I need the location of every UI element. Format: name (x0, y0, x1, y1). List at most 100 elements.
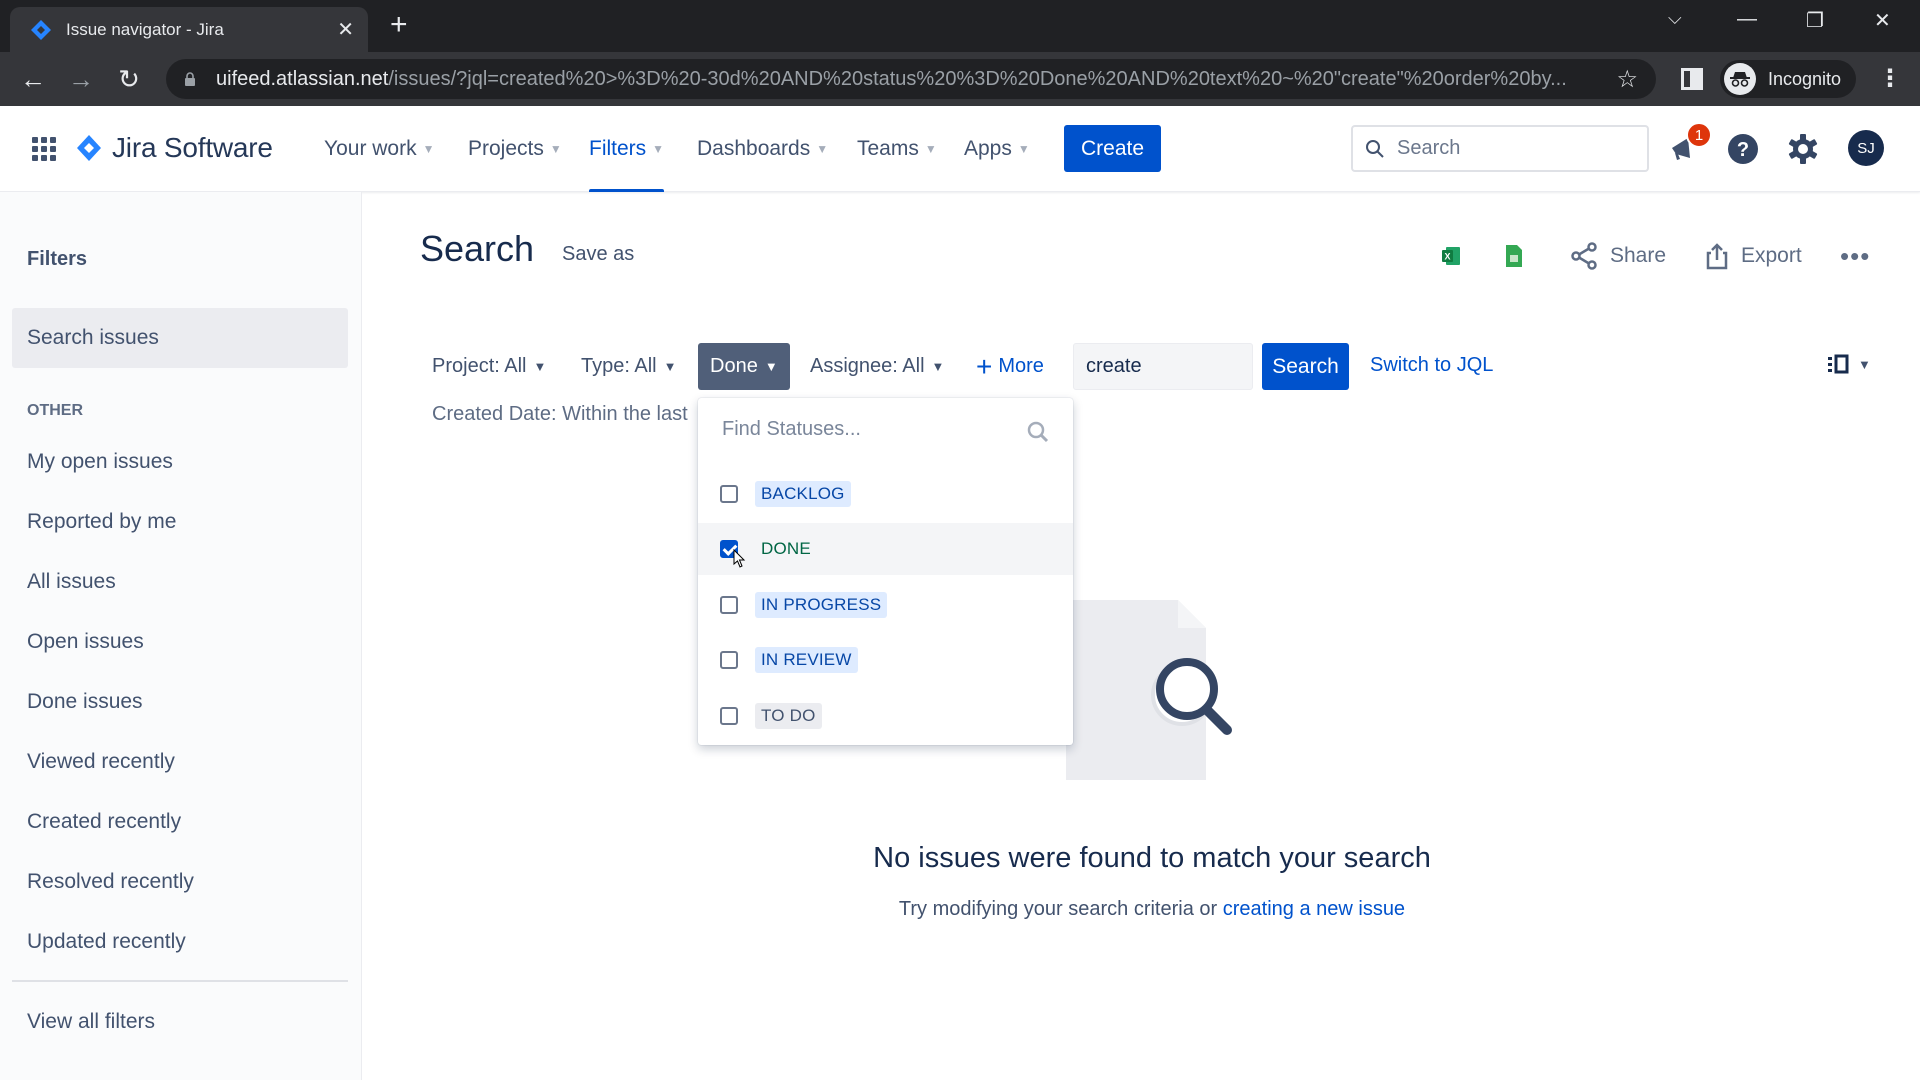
svg-text:X: X (1444, 252, 1450, 262)
sidebar-item-search-issues[interactable]: Search issues (12, 308, 348, 368)
status-option-backlog[interactable]: BACKLOG (698, 468, 1073, 520)
search-icon (1027, 421, 1049, 443)
nav-projects[interactable]: Projects ▼ (468, 106, 562, 192)
nav-dashboards[interactable]: Dashboards ▼ (697, 106, 828, 192)
layout-switcher[interactable]: ▼ (1828, 354, 1871, 374)
status-checkbox[interactable] (720, 485, 738, 503)
export-upload-icon (1706, 243, 1728, 270)
jira-logo[interactable]: Jira Software (76, 132, 273, 164)
status-filter-label: Done (710, 355, 758, 377)
svg-text:?: ? (1737, 139, 1749, 161)
nav-teams[interactable]: Teams ▼ (857, 106, 937, 192)
status-option-to-do[interactable]: TO DO (698, 690, 1073, 742)
browser-menu-icon[interactable]: ⋮ (1878, 64, 1902, 93)
create-new-issue-link[interactable]: creating a new issue (1223, 898, 1405, 920)
chevron-down-icon: ▼ (1858, 356, 1871, 372)
back-icon[interactable]: ← (18, 64, 48, 94)
minimize-icon[interactable]: — (1737, 8, 1757, 31)
sidebar-item-updated-recently[interactable]: Updated recently (27, 930, 186, 954)
status-option-in-progress[interactable]: IN PROGRESS (698, 579, 1073, 631)
nav-label: Filters (589, 137, 647, 160)
sidebar-item-all-issues[interactable]: All issues (27, 570, 116, 594)
help-icon[interactable]: ? (1726, 132, 1760, 166)
sidebar-item-reported-by-me[interactable]: Reported by me (27, 510, 176, 534)
status-lozenge: IN REVIEW (755, 647, 858, 673)
create-button[interactable]: Create (1064, 125, 1161, 172)
search-button[interactable]: Search (1262, 343, 1349, 390)
sidebar-divider (12, 980, 348, 982)
bookmark-star-icon[interactable]: ☆ (1616, 65, 1638, 94)
incognito-profile-button[interactable]: Incognito (1720, 60, 1856, 98)
search-icon (1366, 139, 1384, 158)
browser-tab[interactable]: Issue navigator - Jira ✕ (10, 7, 368, 52)
nav-label: Projects (468, 137, 544, 160)
reload-icon[interactable]: ↻ (114, 64, 144, 94)
new-tab-icon[interactable]: + (390, 10, 408, 40)
switch-to-jql-link[interactable]: Switch to JQL (1370, 354, 1493, 377)
export-excel-button[interactable]: X (1440, 236, 1474, 276)
project-filter[interactable]: Project: All ▼ (420, 343, 558, 390)
global-search-input[interactable] (1397, 137, 1617, 160)
global-search-box[interactable] (1351, 125, 1649, 172)
no-results-illustration (1066, 600, 1232, 780)
notification-count-badge: 1 (1686, 122, 1712, 148)
share-icon (1571, 242, 1597, 270)
side-panel-icon[interactable] (1681, 68, 1703, 90)
sidebar-item-done-issues[interactable]: Done issues (27, 690, 143, 714)
status-checkbox[interactable] (720, 651, 738, 669)
created-date-filter[interactable]: Created Date: Within the last (432, 403, 688, 426)
chevron-down-icon: ▼ (533, 359, 547, 374)
nav-label: Teams (857, 137, 919, 160)
jira-logo-icon (77, 135, 101, 161)
app-switcher-icon[interactable] (32, 137, 56, 161)
status-lozenge: TO DO (755, 703, 822, 729)
sidebar-item-viewed-recently[interactable]: Viewed recently (27, 750, 175, 774)
status-lozenge: DONE (761, 539, 811, 558)
window-close-icon[interactable]: ✕ (1874, 8, 1891, 33)
browser-toolbar: ← → ↻ uifeed.atlassian.net/issues/?jql=c… (0, 52, 1920, 106)
sidebar-item-created-recently[interactable]: Created recently (27, 810, 181, 834)
sidebar-item-my-open-issues[interactable]: My open issues (27, 450, 173, 474)
save-as-button[interactable]: Save as (562, 243, 634, 266)
chevron-down-icon: ▼ (1017, 142, 1030, 156)
nav-apps[interactable]: Apps ▼ (964, 106, 1030, 192)
empty-state-subtitle-text: Try modifying your search criteria or (898, 898, 1223, 920)
nav-label: Dashboards (697, 137, 811, 160)
close-tab-icon[interactable]: ✕ (337, 17, 354, 42)
status-checkbox[interactable] (720, 707, 738, 725)
sidebar-item-open-issues[interactable]: Open issues (27, 630, 144, 654)
mouse-cursor-icon (733, 549, 746, 568)
chevron-down-icon: ▼ (422, 142, 435, 156)
export-button[interactable]: Export (1705, 236, 1802, 276)
list-view-layout-icon (1828, 354, 1849, 374)
export-label: Export (1741, 244, 1802, 267)
restore-icon[interactable]: ❐ (1806, 8, 1824, 33)
text-search-input[interactable] (1073, 343, 1253, 390)
more-actions-icon[interactable]: ••• (1840, 236, 1870, 276)
export-sheets-button[interactable] (1505, 236, 1535, 276)
address-bar[interactable]: uifeed.atlassian.net/issues/?jql=created… (166, 59, 1656, 99)
type-filter[interactable]: Type: All ▼ (569, 343, 688, 390)
forward-icon[interactable]: → (66, 64, 96, 94)
status-option-done[interactable]: DONE (698, 523, 1073, 575)
status-filter[interactable]: Done ▼ (698, 343, 790, 390)
status-filter-dropdown: BACKLOG DONE IN PROGRESS IN REVIEW TO DO (698, 398, 1073, 745)
user-avatar[interactable]: SJ (1848, 130, 1884, 166)
empty-state-subtitle: Try modifying your search criteria or cr… (0, 898, 1920, 921)
status-option-in-review[interactable]: IN REVIEW (698, 634, 1073, 686)
empty-state-title: No issues were found to match your searc… (873, 842, 1431, 874)
find-statuses-input[interactable] (722, 418, 1032, 441)
assignee-filter[interactable]: Assignee: All ▼ (798, 343, 956, 390)
status-checkbox[interactable] (720, 596, 738, 614)
chevron-down-icon: ▼ (652, 142, 665, 156)
plus-icon: + (976, 350, 993, 382)
more-filters-button[interactable]: + More (964, 343, 1056, 390)
view-all-filters-link[interactable]: View all filters (27, 1010, 155, 1034)
page-title: Search (420, 228, 535, 269)
tab-search-chevron-icon[interactable]: ⌵ (1668, 8, 1682, 29)
share-button[interactable]: Share (1570, 236, 1666, 276)
lock-icon (185, 72, 195, 86)
nav-your-work[interactable]: Your work ▼ (324, 106, 435, 192)
settings-gear-icon[interactable] (1786, 132, 1820, 166)
nav-filters[interactable]: Filters ▼ (589, 106, 665, 192)
